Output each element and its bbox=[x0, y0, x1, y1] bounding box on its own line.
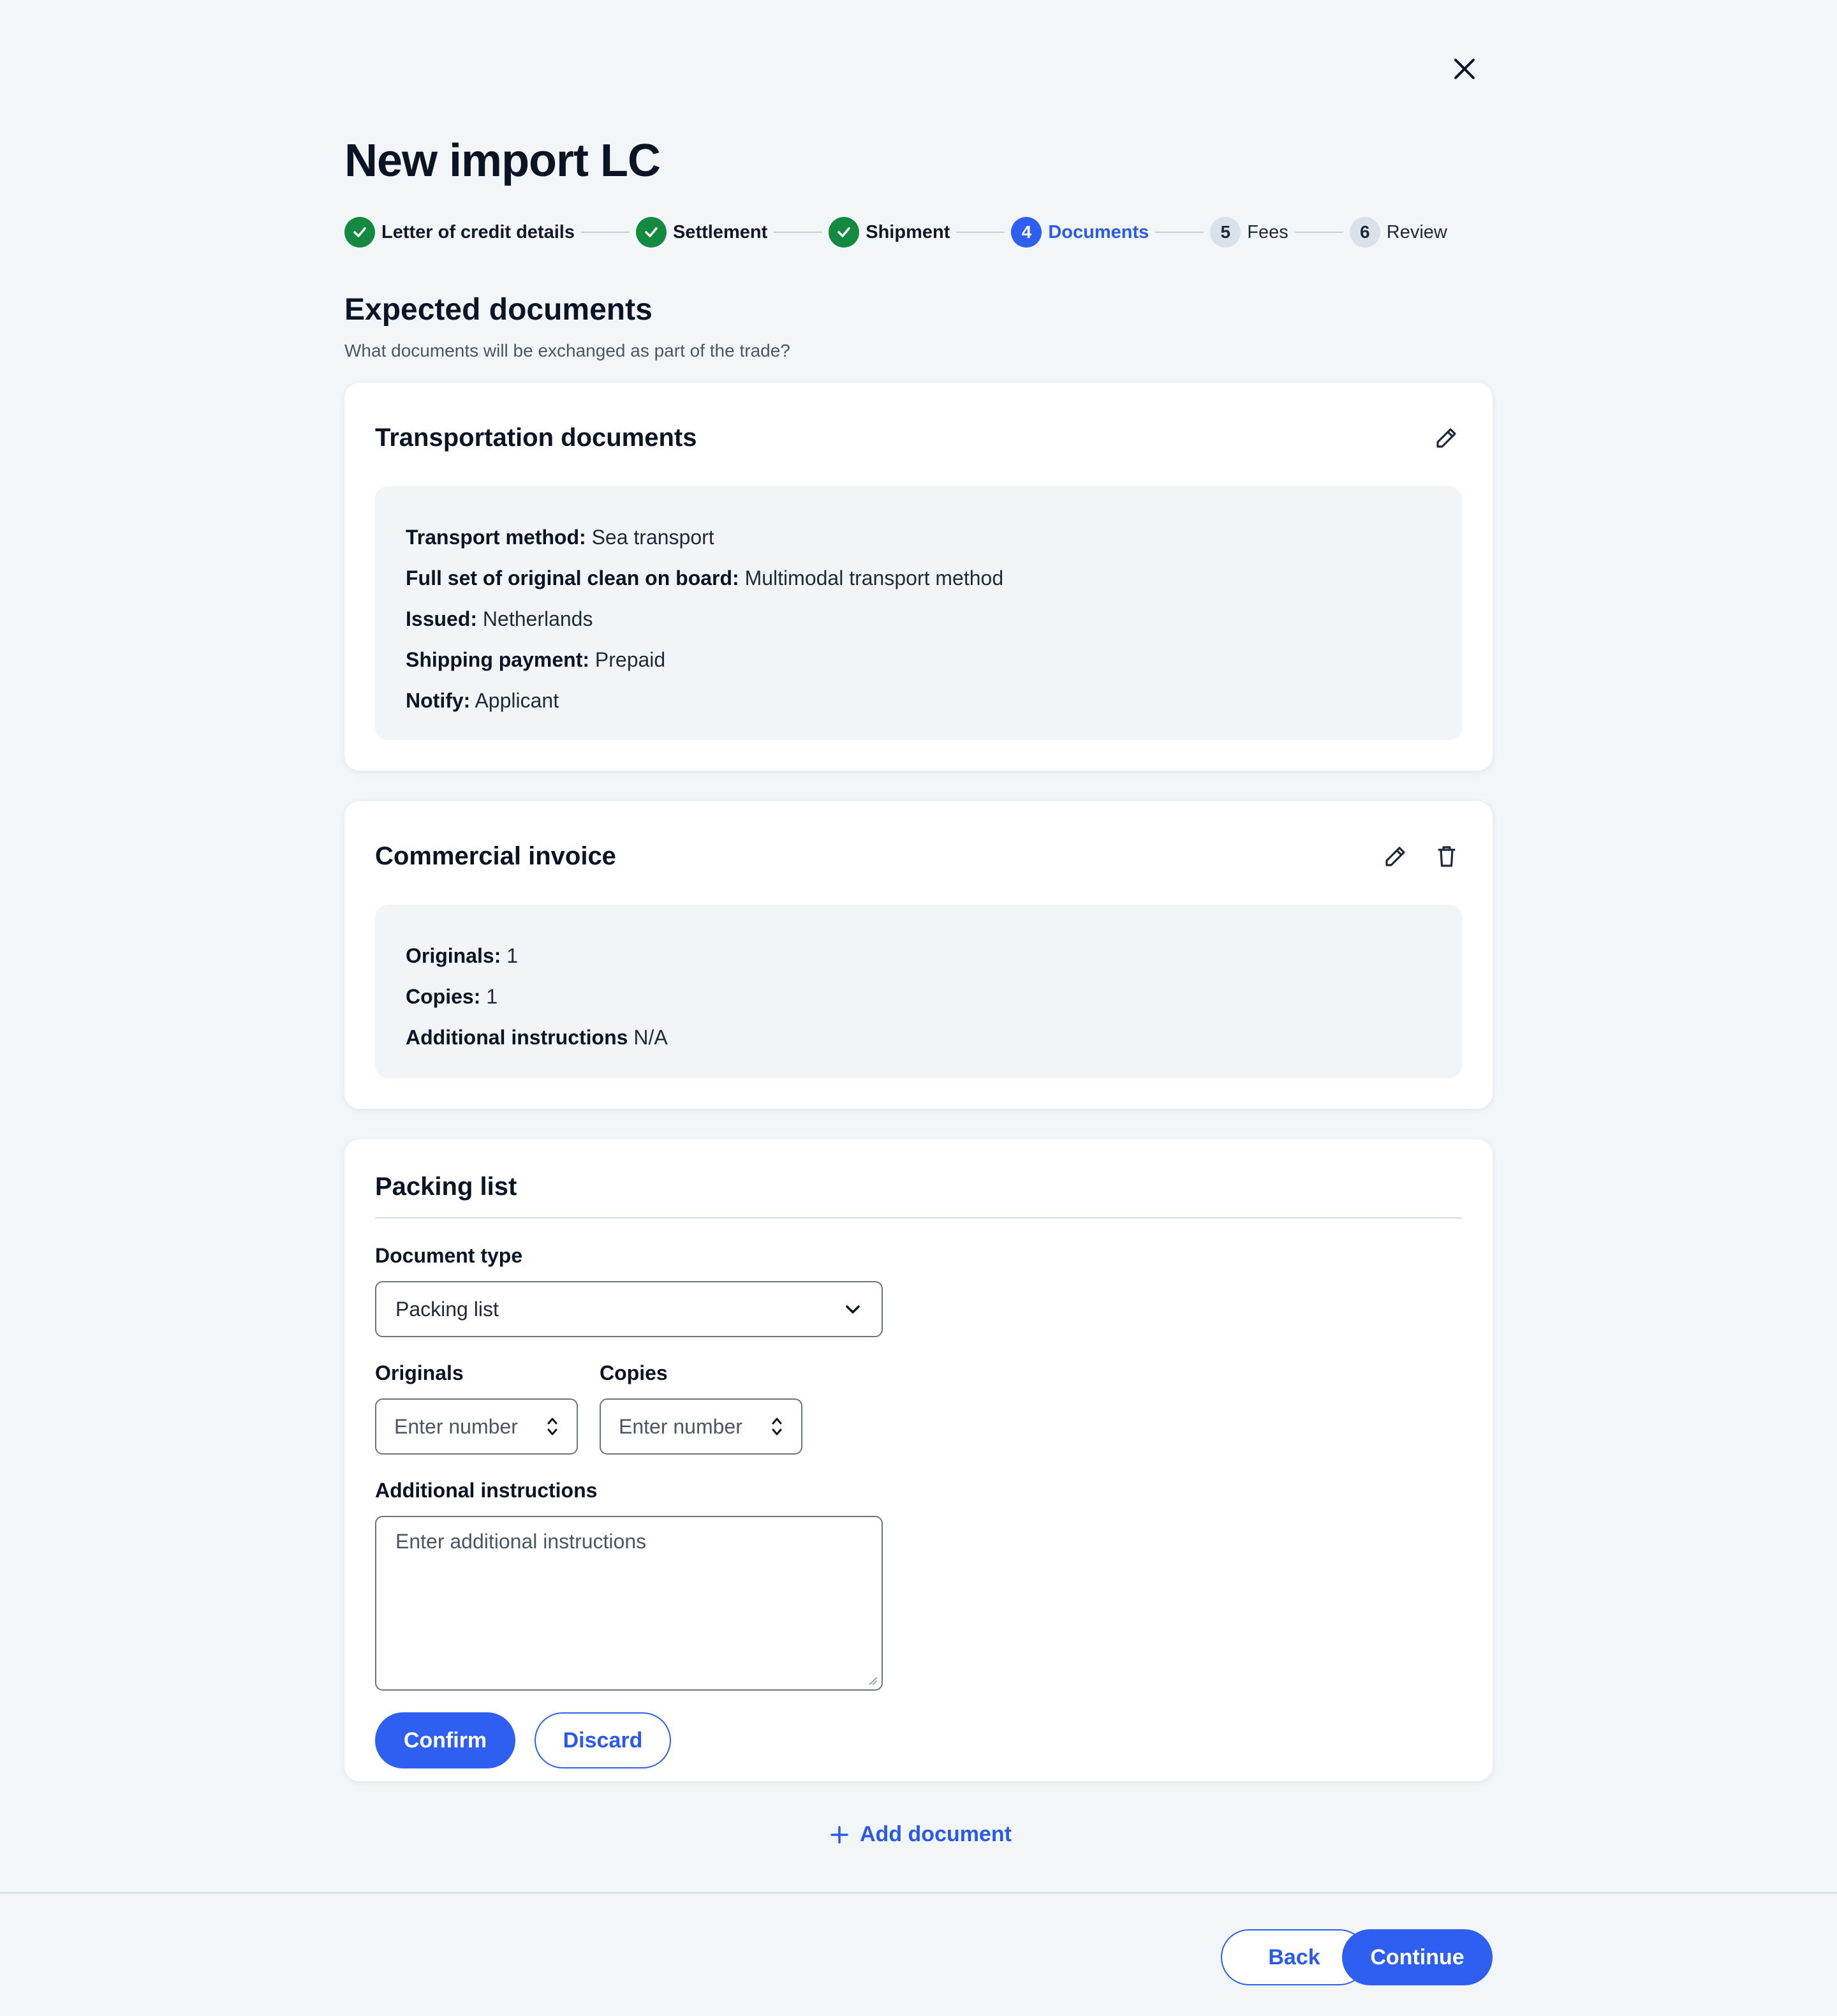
originals-input[interactable]: Enter number bbox=[375, 1398, 578, 1455]
card-title: Commercial invoice bbox=[375, 842, 616, 870]
stepper-arrows-icon bbox=[547, 1418, 557, 1435]
detail-value: Applicant bbox=[475, 689, 559, 712]
step-documents[interactable]: 4 Documents bbox=[1011, 217, 1149, 248]
step-number-badge: 4 bbox=[1011, 217, 1042, 248]
step-review[interactable]: 6 Review bbox=[1349, 217, 1447, 248]
step-complete-badge bbox=[344, 217, 375, 248]
detail-value: Multimodal transport method bbox=[744, 567, 1004, 589]
card-divider bbox=[375, 1217, 1462, 1219]
step-label: Review bbox=[1386, 221, 1447, 242]
card-actions bbox=[1380, 841, 1462, 871]
pencil-icon bbox=[1436, 428, 1456, 448]
page-title: New import LC bbox=[344, 135, 661, 186]
detail-key: Notify: bbox=[406, 689, 471, 712]
discard-button[interactable]: Discard bbox=[535, 1712, 671, 1768]
detail-row: Originals: 1 bbox=[406, 935, 1431, 976]
stepper-arrows-icon bbox=[772, 1418, 782, 1435]
step-label: Documents bbox=[1048, 221, 1149, 242]
detail-value: Prepaid bbox=[594, 648, 666, 671]
step-connector bbox=[580, 232, 630, 233]
section-title: Expected documents bbox=[344, 293, 653, 327]
document-type-value: Packing list bbox=[395, 1297, 499, 1321]
step-fees[interactable]: 5 Fees bbox=[1210, 217, 1288, 248]
footer-bar: Back Continue bbox=[0, 1892, 1837, 2016]
copies-label: Copies bbox=[600, 1361, 668, 1384]
delete-button[interactable] bbox=[1431, 841, 1462, 871]
detail-row: Issued: Netherlands bbox=[406, 598, 1431, 639]
detail-key: Additional instructions bbox=[406, 1026, 628, 1049]
detail-key: Copies: bbox=[406, 985, 481, 1008]
add-document-button[interactable]: Add document bbox=[829, 1822, 1012, 1847]
page: New import LC Letter of credit details S… bbox=[0, 0, 1837, 2016]
document-type-select[interactable]: Packing list bbox=[375, 1281, 883, 1337]
detail-key: Shipping payment: bbox=[406, 648, 589, 671]
detail-row: Full set of original clean on board: Mul… bbox=[406, 558, 1431, 598]
detail-row: Notify: Applicant bbox=[406, 680, 1431, 721]
commercial-invoice-card: Commercial invoice Originals: 1 Copies: … bbox=[344, 801, 1493, 1109]
originals-placeholder: Enter number bbox=[394, 1414, 518, 1438]
step-connector bbox=[956, 232, 1005, 233]
detail-value: N/A bbox=[633, 1026, 668, 1049]
detail-row: Transport method: Sea transport bbox=[406, 517, 1431, 558]
close-icon bbox=[1454, 59, 1475, 79]
instructions-placeholder: Enter additional instructions bbox=[395, 1530, 647, 1553]
step-label: Shipment bbox=[866, 221, 950, 242]
detail-value: 1 bbox=[486, 985, 498, 1008]
step-connector bbox=[1155, 232, 1204, 233]
section-subtitle: What documents will be exchanged as part… bbox=[344, 341, 790, 360]
step-label: Fees bbox=[1247, 221, 1288, 242]
transport-details: Transport method: Sea transport Full set… bbox=[375, 486, 1462, 740]
copies-placeholder: Enter number bbox=[619, 1414, 742, 1438]
close-button[interactable] bbox=[1449, 54, 1480, 84]
copies-input[interactable]: Enter number bbox=[600, 1398, 802, 1455]
step-connector bbox=[774, 232, 823, 233]
card-title: Packing list bbox=[375, 1173, 517, 1201]
detail-value: 1 bbox=[506, 944, 519, 967]
originals-stepper[interactable] bbox=[546, 1414, 559, 1439]
trash-icon bbox=[1438, 846, 1456, 867]
additional-instructions-label: Additional instructions bbox=[375, 1479, 598, 1502]
step-label: Letter of credit details bbox=[381, 221, 575, 242]
detail-key: Issued: bbox=[406, 607, 478, 630]
step-letter-of-credit-details[interactable]: Letter of credit details bbox=[344, 217, 575, 248]
step-label: Settlement bbox=[672, 221, 768, 242]
plus-icon bbox=[830, 1825, 848, 1844]
pencil-icon bbox=[1385, 847, 1405, 866]
step-shipment[interactable]: Shipment bbox=[829, 217, 950, 248]
additional-instructions-textarea[interactable]: Enter additional instructions bbox=[375, 1516, 883, 1691]
edit-button[interactable] bbox=[1431, 422, 1462, 453]
confirm-button[interactable]: Confirm bbox=[375, 1712, 515, 1768]
detail-key: Originals: bbox=[406, 944, 501, 967]
detail-row: Additional instructions N/A bbox=[406, 1017, 1431, 1058]
edit-button[interactable] bbox=[1380, 841, 1411, 871]
detail-row: Copies: 1 bbox=[406, 976, 1431, 1017]
add-document-label: Add document bbox=[860, 1822, 1012, 1846]
document-type-label: Document type bbox=[375, 1244, 523, 1267]
invoice-details: Originals: 1 Copies: 1 Additional instru… bbox=[375, 905, 1462, 1078]
transportation-documents-card: Transportation documents Transport metho… bbox=[344, 383, 1493, 771]
detail-row: Shipping payment: Prepaid bbox=[406, 639, 1431, 680]
step-settlement[interactable]: Settlement bbox=[635, 217, 768, 248]
step-connector bbox=[1294, 232, 1343, 233]
continue-button[interactable]: Continue bbox=[1342, 1929, 1493, 1985]
check-icon bbox=[353, 227, 366, 237]
step-complete-badge bbox=[635, 217, 667, 248]
detail-key: Full set of original clean on board: bbox=[406, 567, 739, 589]
step-number-badge: 5 bbox=[1210, 217, 1241, 248]
check-icon bbox=[645, 227, 658, 237]
packing-list-card: Packing list Document type Packing list … bbox=[344, 1139, 1493, 1781]
card-actions bbox=[1431, 422, 1462, 453]
card-title: Transportation documents bbox=[375, 424, 697, 452]
step-complete-badge bbox=[829, 217, 860, 248]
copies-stepper[interactable] bbox=[771, 1414, 783, 1439]
detail-key: Transport method: bbox=[406, 526, 586, 549]
stepper: Letter of credit details Settlement Ship… bbox=[344, 217, 1493, 248]
originals-label: Originals bbox=[375, 1361, 464, 1384]
detail-value: Netherlands bbox=[482, 607, 593, 630]
resize-handle-icon[interactable] bbox=[866, 1674, 878, 1686]
step-number-badge: 6 bbox=[1349, 217, 1380, 248]
check-icon bbox=[837, 227, 850, 237]
chevron-down-icon bbox=[846, 1305, 860, 1314]
detail-value: Sea transport bbox=[591, 526, 714, 549]
